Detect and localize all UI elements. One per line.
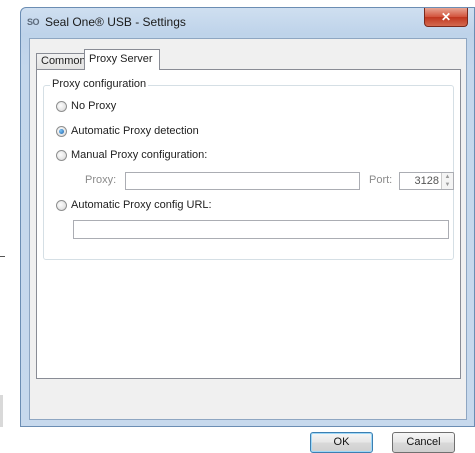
cancel-button[interactable]: Cancel xyxy=(392,432,455,453)
manual-proxy-option[interactable]: Manual Proxy configuration: xyxy=(56,148,207,162)
window-title: Seal One® USB - Settings xyxy=(45,15,186,29)
proxy-field-label: Proxy: xyxy=(85,174,117,186)
manual-proxy-radio[interactable] xyxy=(56,149,67,161)
tab-common[interactable]: Common xyxy=(36,53,86,69)
port-field-label: Port: xyxy=(369,174,393,186)
spin-up-icon[interactable]: ▲ xyxy=(442,173,453,181)
auto-detect-option[interactable]: Automatic Proxy detection xyxy=(56,124,199,138)
spin-down-icon[interactable]: ▼ xyxy=(442,181,453,189)
auto-detect-radio[interactable] xyxy=(56,125,67,137)
config-url-input[interactable] xyxy=(73,220,449,239)
background-edge-line xyxy=(0,256,5,257)
proxy-server-panel: Proxy configuration No Proxy Automatic P… xyxy=(36,69,461,379)
proxy-configuration-group: Proxy configuration No Proxy Automatic P… xyxy=(43,78,454,260)
dialog-client-area: Common Proxy Server Proxy configuration … xyxy=(29,38,467,453)
settings-dialog: SO Seal One® USB - Settings ✕ Common Pro… xyxy=(20,7,475,453)
port-stepper[interactable]: 3128 ▲ ▼ xyxy=(399,172,454,190)
port-spin-buttons[interactable]: ▲ ▼ xyxy=(441,173,453,189)
auto-config-url-radio[interactable] xyxy=(56,199,67,211)
tab-proxy-server[interactable]: Proxy Server xyxy=(84,49,160,70)
close-button[interactable]: ✕ xyxy=(424,8,468,27)
auto-config-url-label: Automatic Proxy config URL: xyxy=(71,199,212,211)
port-value: 3128 xyxy=(414,175,439,187)
title-bar[interactable]: SO Seal One® USB - Settings ✕ xyxy=(21,8,474,36)
no-proxy-radio[interactable] xyxy=(56,100,67,112)
no-proxy-option[interactable]: No Proxy xyxy=(56,99,116,113)
auto-config-url-option[interactable]: Automatic Proxy config URL: xyxy=(56,198,212,212)
no-proxy-label: No Proxy xyxy=(71,100,117,112)
proxy-host-input[interactable] xyxy=(125,172,360,190)
background-scrollbar-edge xyxy=(0,395,3,427)
close-icon: ✕ xyxy=(440,10,452,24)
app-logo-icon: SO xyxy=(27,17,40,27)
auto-detect-label: Automatic Proxy detection xyxy=(71,125,199,137)
group-title: Proxy configuration xyxy=(50,78,149,90)
manual-proxy-label: Manual Proxy configuration: xyxy=(71,149,208,161)
ok-button[interactable]: OK xyxy=(310,432,373,453)
